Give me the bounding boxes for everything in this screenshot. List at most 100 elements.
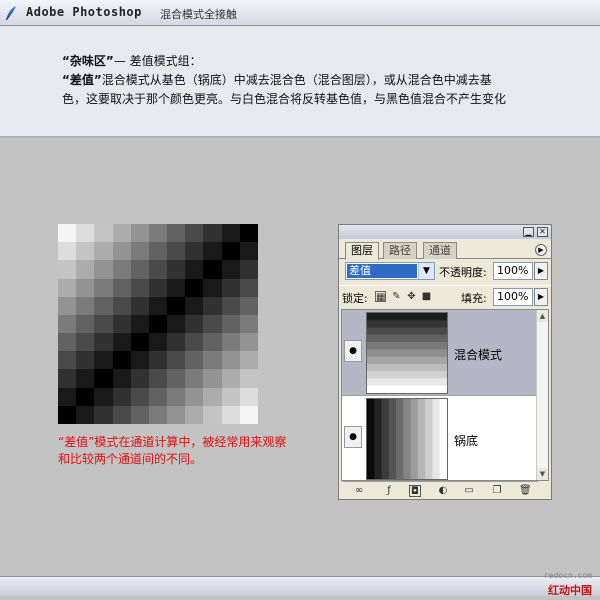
group-title: — 差值模式组： — [113, 54, 202, 68]
grid-cell — [148, 260, 168, 279]
opacity-slider-button[interactable]: ▶ — [534, 262, 548, 280]
fill-field[interactable]: 100% — [493, 288, 533, 306]
grid-cell — [76, 333, 95, 352]
description-panel: “杂味区”— 差值模式组： “差值”混合模式从基色（锅底）中减去混合色（混合图层… — [0, 26, 600, 138]
difference-result-grid — [58, 224, 258, 424]
grid-cell — [76, 260, 95, 279]
lock-brush-icon[interactable]: ✎ — [391, 291, 402, 302]
watermark-url: redocn.com — [543, 571, 592, 580]
lock-row: 锁定: ▦ ✎ ✥ ■ 填充: 100% ▶ — [339, 285, 551, 307]
tab-channels[interactable]: 通道 — [423, 242, 457, 259]
lock-all-icon[interactable]: ■ — [421, 291, 432, 302]
tab-paths[interactable]: 路径 — [383, 242, 417, 259]
blend-mode-value: 差值 — [347, 264, 417, 278]
grid-cell — [167, 351, 186, 370]
link-layers-icon[interactable]: ∞ — [353, 485, 365, 497]
fill-slider-button[interactable]: ▶ — [534, 288, 548, 306]
grid-cell — [148, 224, 168, 243]
lock-move-icon[interactable]: ✥ — [406, 291, 417, 302]
grid-cell — [239, 224, 258, 243]
scroll-down-icon[interactable]: ▼ — [537, 468, 548, 480]
layer-row[interactable]: ● 锅底 — [342, 396, 538, 482]
grid-cell — [76, 387, 95, 406]
blend-gradient-thumbnail — [367, 313, 447, 394]
grid-cell — [112, 369, 131, 388]
palette-titlebar[interactable]: ▁ ✕ — [339, 225, 551, 239]
add-mask-icon[interactable]: ◘ — [409, 485, 421, 497]
layers-palette: ▁ ✕ 图层 路径 通道 ▶ 差值 ▼ 不透明度: 100% ▶ 锁定: ▦ ✎… — [338, 224, 552, 500]
grid-cell — [130, 369, 149, 388]
grid-cell — [94, 278, 113, 297]
blend-row: 差值 ▼ 不透明度: 100% ▶ — [339, 261, 551, 283]
gradient-band — [425, 399, 433, 479]
grid-cell — [112, 314, 131, 334]
grid-cell — [239, 314, 258, 334]
description-line-2: “差值”混合模式从基色（锅底）中减去混合色（混合图层），或从混合色中减去基 — [62, 71, 492, 88]
grid-cell — [58, 278, 77, 297]
grid-cell — [58, 314, 77, 334]
layer-style-icon[interactable]: ƒ — [383, 485, 395, 497]
layer-row[interactable]: ● 混合模式 — [342, 310, 538, 396]
grid-cell — [76, 224, 95, 243]
adjustment-layer-icon[interactable]: ◐ — [437, 485, 449, 497]
layer-name: 混合模式 — [454, 348, 503, 362]
grid-cell — [76, 314, 95, 334]
gradient-band — [367, 356, 447, 365]
gradient-band — [367, 378, 447, 387]
grid-cell — [94, 242, 113, 261]
opacity-field[interactable]: 100% — [493, 262, 533, 280]
minimize-button[interactable]: ▁ — [523, 227, 534, 237]
grid-cell — [130, 224, 149, 243]
gradient-band — [396, 399, 404, 479]
grid-cell — [76, 278, 95, 297]
grid-cell — [58, 405, 77, 424]
new-layer-icon[interactable]: ❐ — [491, 485, 503, 497]
grid-cell — [167, 405, 186, 424]
gradient-band — [381, 399, 390, 479]
gradient-band — [388, 399, 397, 479]
layers-scrollbar[interactable]: ▲ ▼ — [536, 310, 548, 480]
grid-cell — [76, 242, 95, 261]
grid-cell — [148, 333, 168, 352]
grid-cell — [148, 351, 168, 370]
blend-mode-select[interactable]: 差值 ▼ — [345, 262, 435, 280]
close-button[interactable]: ✕ — [537, 227, 548, 237]
grid-cell — [185, 314, 204, 334]
grid-cell — [58, 224, 77, 243]
visibility-eye-icon[interactable]: ● — [344, 340, 362, 362]
scroll-up-icon[interactable]: ▲ — [537, 310, 548, 322]
grid-cell — [94, 333, 113, 352]
grid-cell — [221, 224, 240, 243]
base-gradient-thumbnail — [367, 399, 448, 479]
grid-cell — [185, 405, 204, 424]
gradient-band — [367, 327, 447, 336]
palette-menu-icon[interactable]: ▶ — [535, 244, 547, 256]
grid-cell — [185, 224, 204, 243]
gradient-band — [367, 313, 447, 321]
grid-cell — [185, 260, 204, 279]
visibility-eye-icon[interactable]: ● — [344, 426, 362, 448]
grid-cell — [94, 405, 113, 424]
gradient-band — [410, 399, 419, 479]
grid-cell — [167, 260, 186, 279]
grid-cell — [167, 369, 186, 388]
grid-cell — [148, 242, 168, 261]
new-group-icon[interactable]: ▭ — [463, 485, 475, 497]
grid-cell — [130, 260, 149, 279]
grid-cell — [112, 224, 131, 243]
grid-cell — [167, 224, 186, 243]
trash-icon[interactable]: 🗑 — [519, 485, 532, 497]
watermark-text: 红动中国 — [548, 584, 592, 597]
grid-cell — [221, 278, 240, 297]
lock-transparency-icon[interactable]: ▦ — [375, 291, 386, 303]
grid-cell — [185, 351, 204, 370]
gradient-band — [417, 399, 426, 479]
grid-cell — [239, 351, 258, 370]
grid-cell — [58, 296, 77, 315]
header-bar: Adobe Photoshop 混合模式全接触 — [0, 0, 600, 26]
tab-layers[interactable]: 图层 — [345, 242, 379, 260]
chevron-down-icon[interactable]: ▼ — [418, 263, 434, 279]
layers-list: ● 混合模式 ● 锅底 ▲ ▼ — [341, 309, 549, 482]
grid-cell — [94, 260, 113, 279]
palette-tabs: 图层 路径 通道 ▶ — [339, 239, 551, 260]
